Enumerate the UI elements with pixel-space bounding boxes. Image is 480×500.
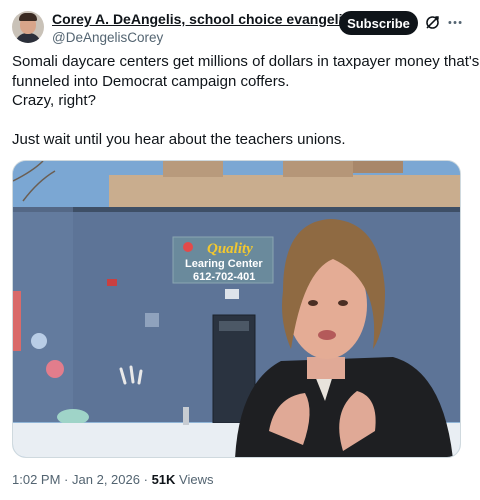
date[interactable]: Jan 2, 2026 — [72, 472, 140, 487]
views-label: Views — [179, 472, 214, 487]
tweet-meta: 1:02 PM · Jan 2, 2026 · 51K Views — [12, 472, 214, 487]
sign-title: Quality — [207, 241, 253, 257]
tweet-text: Somali daycare centers get millions of d… — [12, 52, 480, 150]
more-icon[interactable] — [446, 14, 464, 31]
views-count: 51K — [151, 472, 176, 487]
tweet-text-line: Crazy, right? — [12, 92, 96, 109]
tweet-text-line: Just wait until you hear about the teach… — [12, 131, 346, 148]
tweet-image-graphic: Quality Learing Center 612-702-401 — [13, 161, 460, 457]
sign-subtitle: Learing Center — [185, 258, 263, 270]
grok-icon[interactable] — [424, 14, 441, 31]
tweet-card: Corey A. DeAngelis, school choice evange… — [0, 0, 480, 500]
avatar[interactable] — [12, 11, 44, 43]
tweet-image[interactable]: Quality Learing Center 612-702-401 — [12, 160, 461, 458]
display-name-link[interactable]: Corey A. DeAngelis, school choice evange… — [52, 11, 355, 27]
author-info: Corey A. DeAngelis, school choice evange… — [52, 10, 373, 45]
sign-phone: 612-702-401 — [193, 271, 255, 283]
meta-separator: · — [64, 472, 69, 487]
handle-link[interactable]: @DeAngelisCorey — [52, 30, 373, 45]
tweet-text-line: funneled into Democrat campaign coffers. — [12, 72, 290, 90]
tweet-text-line: Somali daycare centers get millions of d… — [12, 53, 480, 70]
subscribe-button[interactable]: Subscribe — [339, 11, 418, 35]
meta-separator: · — [143, 472, 148, 487]
display-name-row: Corey A. DeAngelis, school choice evange… — [52, 10, 373, 28]
timestamp[interactable]: 1:02 PM — [12, 472, 60, 487]
